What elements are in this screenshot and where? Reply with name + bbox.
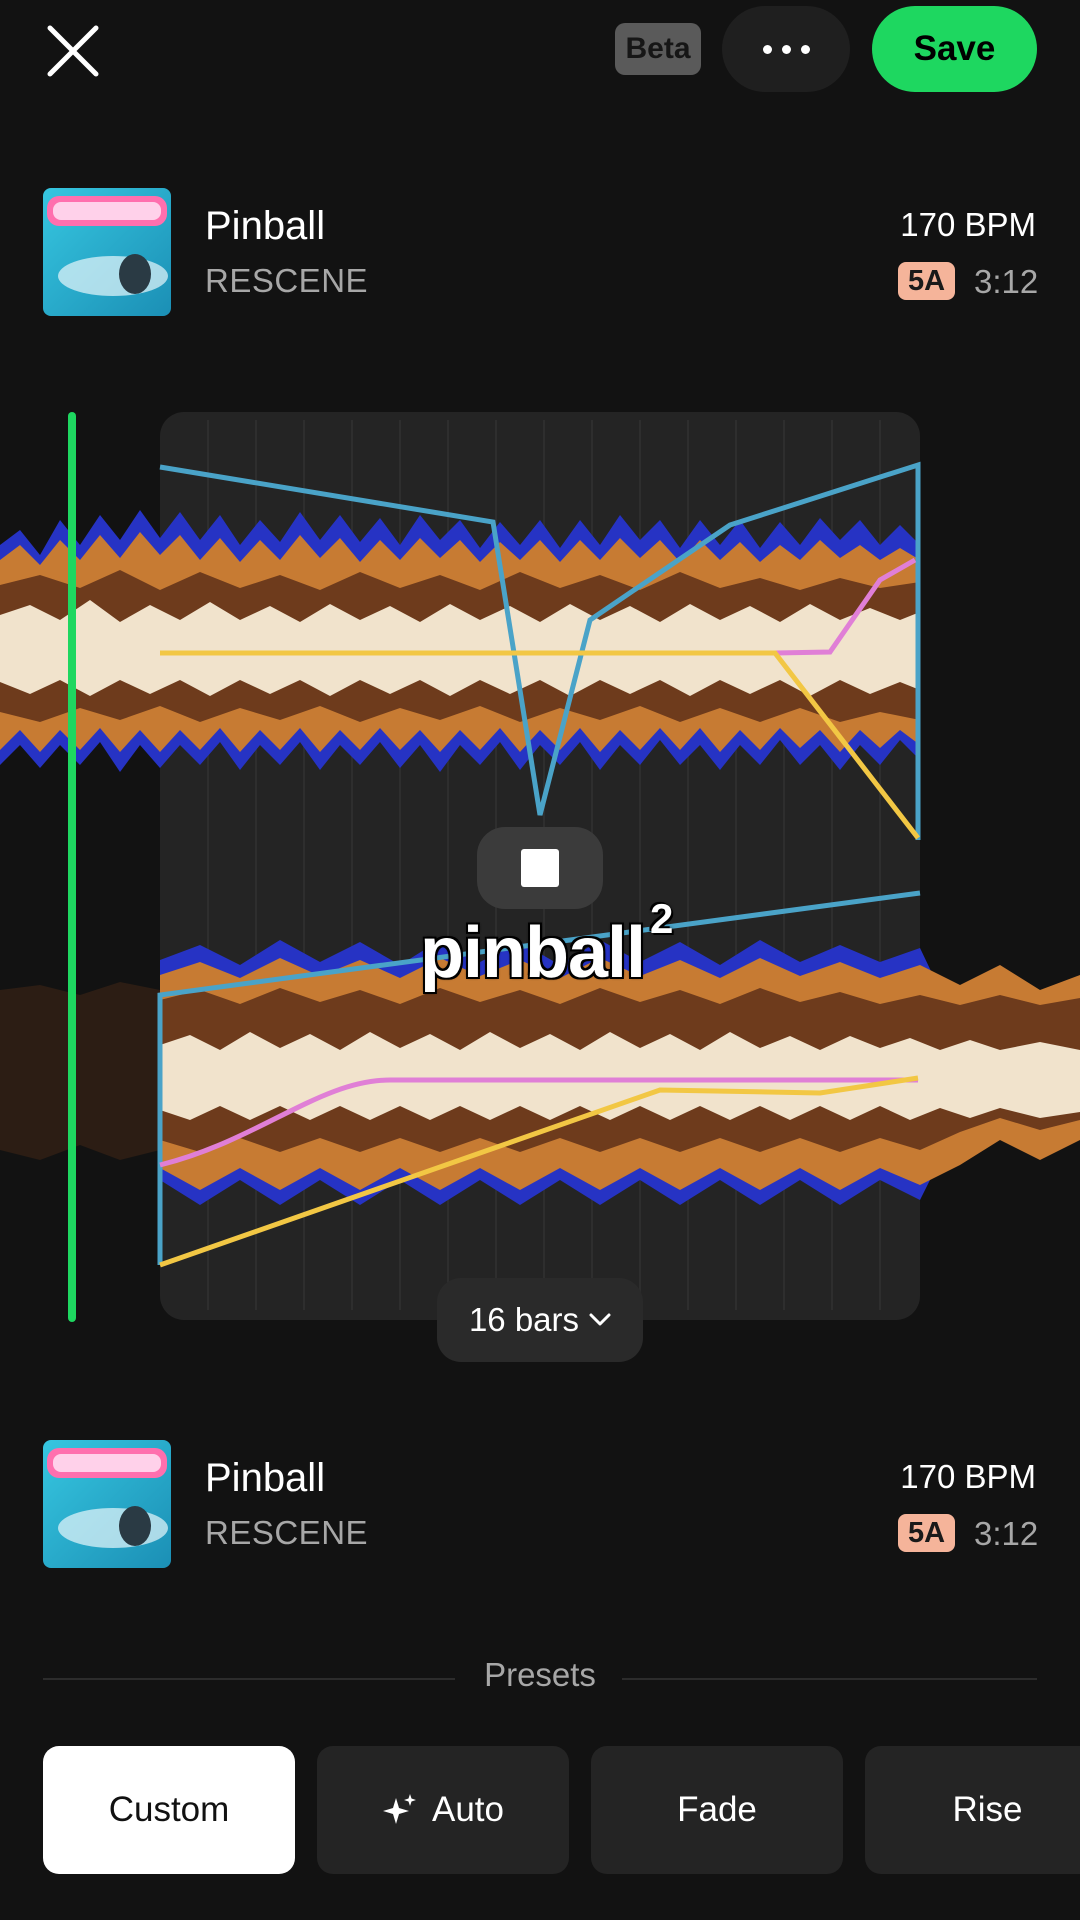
- preset-fade[interactable]: Fade: [591, 1746, 843, 1874]
- track-duration: 3:12: [974, 263, 1039, 300]
- track-duration: 3:12: [974, 1515, 1039, 1552]
- presets-heading: Presets: [484, 1656, 596, 1693]
- track-title: Pinball: [205, 1456, 326, 1500]
- track-bpm: 170 BPM: [900, 1458, 1036, 1495]
- preset-label: Custom: [108, 1790, 230, 1829]
- bar-length-dropdown[interactable]: 16 bars: [437, 1278, 643, 1362]
- more-horizontal-icon: [762, 44, 772, 54]
- beta-badge: Beta: [615, 23, 701, 75]
- track-artist: RESCENE: [205, 262, 369, 299]
- mix-title-superscript: 2: [650, 895, 674, 942]
- sparkle-icon: [383, 1794, 416, 1824]
- track-key-badge: 5A: [898, 262, 956, 300]
- album-cover: [43, 1440, 171, 1568]
- track-title: Pinball: [205, 204, 326, 248]
- save-button[interactable]: Save: [872, 6, 1037, 92]
- preset-label: Rise: [952, 1790, 1023, 1829]
- album-cover: [43, 188, 171, 316]
- track-key-badge: 5A: [898, 1514, 956, 1552]
- chevron-down-icon: [589, 1313, 611, 1326]
- track-artist: RESCENE: [205, 1514, 369, 1551]
- preset-rise[interactable]: Rise: [865, 1746, 1080, 1874]
- more-options-button[interactable]: [722, 6, 850, 92]
- bar-length-label: 16 bars: [468, 1301, 580, 1338]
- more-dot: [781, 44, 791, 54]
- preset-label: Auto: [432, 1790, 504, 1829]
- preset-label: Fade: [677, 1790, 757, 1829]
- stop-button[interactable]: [477, 827, 603, 909]
- playhead[interactable]: [68, 412, 76, 1322]
- mix-title: pinball: [420, 913, 646, 993]
- close-icon: [47, 25, 99, 77]
- preset-auto[interactable]: Auto: [317, 1746, 569, 1874]
- more-dot: [800, 44, 810, 54]
- close-button[interactable]: [44, 22, 102, 80]
- preset-custom[interactable]: Custom: [43, 1746, 295, 1874]
- track-bpm: 170 BPM: [900, 206, 1036, 243]
- stop-icon: [521, 849, 559, 887]
